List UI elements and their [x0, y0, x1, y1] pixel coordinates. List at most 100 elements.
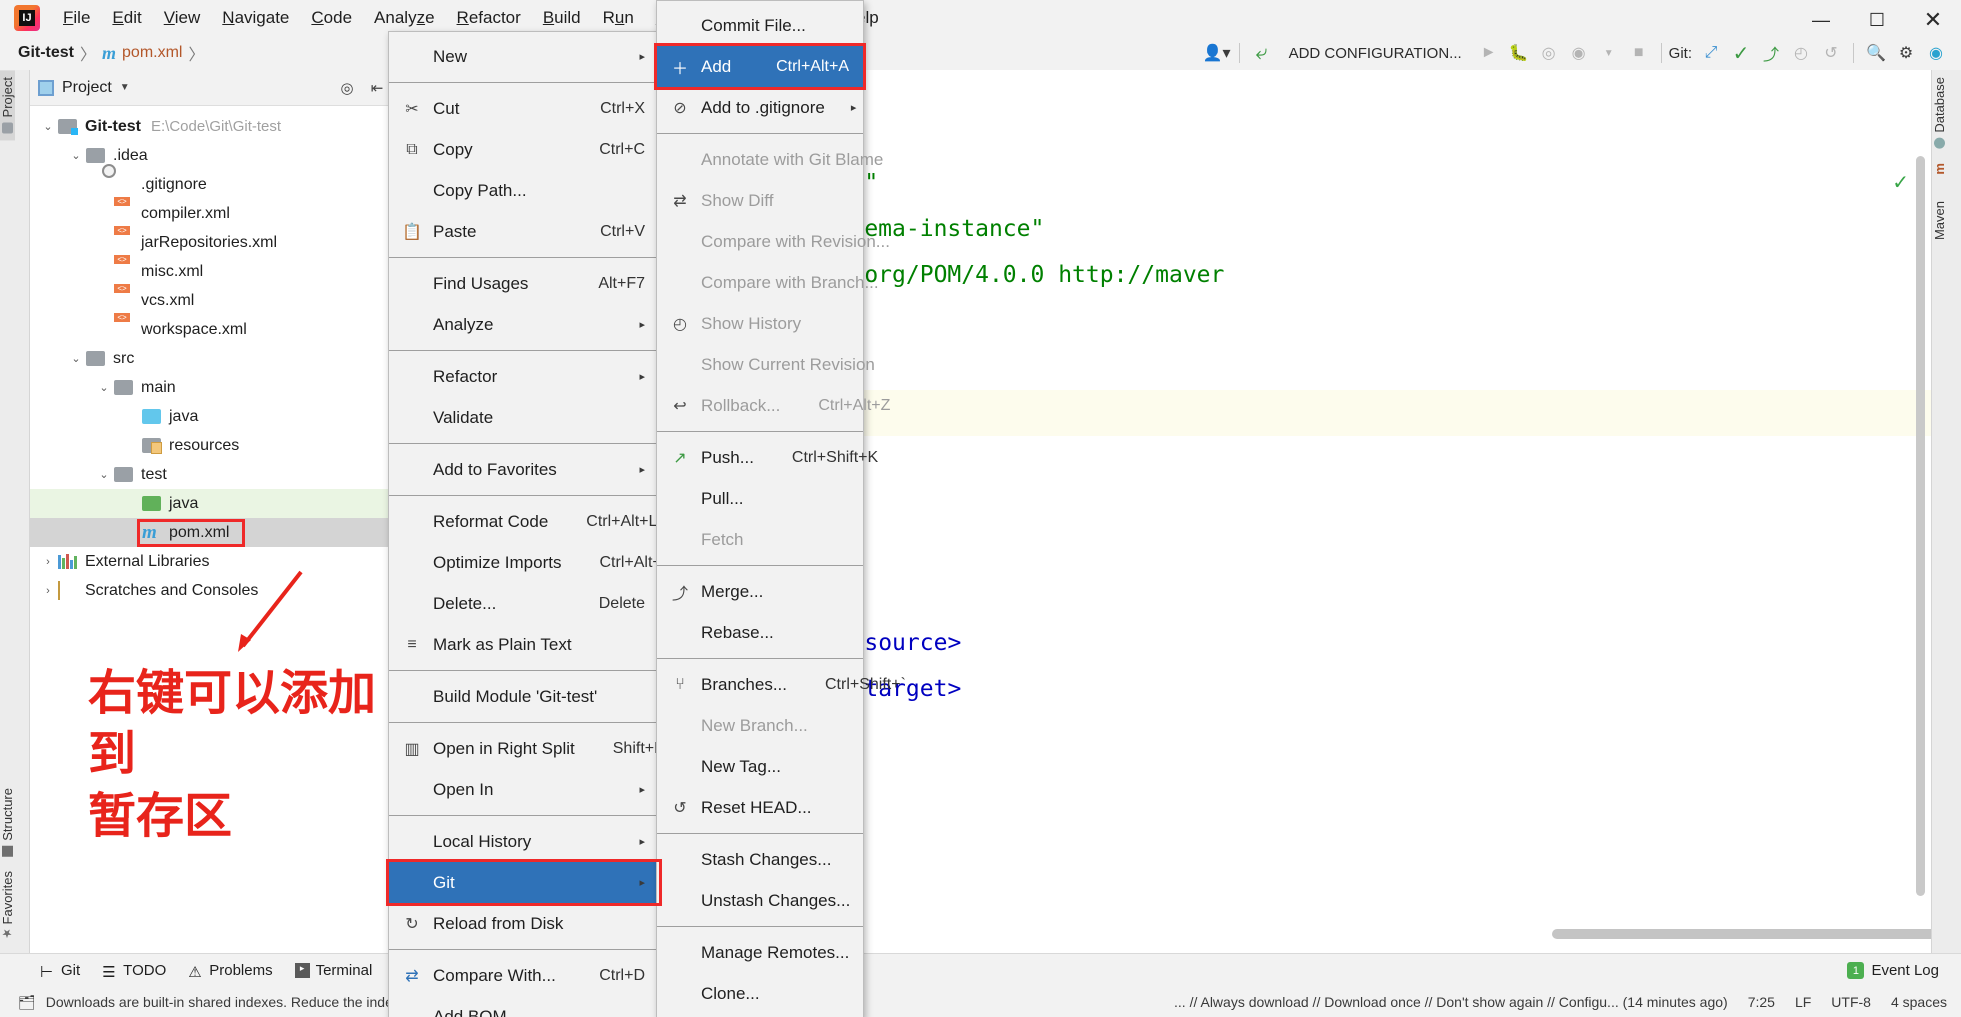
expand-chevron-icon[interactable]: ⌄: [94, 381, 114, 394]
menu-item-push[interactable]: ↗ Push... Ctrl+Shift+K: [657, 437, 878, 478]
event-log-button[interactable]: 1 Event Log: [1847, 962, 1939, 979]
menu-item-manage-remotes[interactable]: Manage Remotes...: [657, 932, 863, 973]
menu-view[interactable]: View: [153, 4, 212, 32]
menu-item-open-in[interactable]: Open In ▸: [389, 769, 659, 810]
status-indent[interactable]: 4 spaces: [1891, 994, 1947, 1010]
menu-item-branches[interactable]: ⑂ Branches... Ctrl+Shift+`: [657, 664, 906, 705]
stop-icon[interactable]: ■: [1624, 38, 1654, 68]
menu-item-add-bom[interactable]: Add BOM: [389, 996, 659, 1017]
menu-item-rebase[interactable]: Rebase...: [657, 612, 863, 653]
search-icon[interactable]: 🔍: [1861, 38, 1891, 68]
breadcrumb-project[interactable]: Git-test: [18, 44, 74, 62]
run-icon[interactable]: ►: [1474, 38, 1504, 68]
sidebar-item-structure[interactable]: Structure: [0, 781, 15, 864]
menu-build[interactable]: Build: [532, 4, 592, 32]
menu-item-open-in-right-split[interactable]: ▥ Open in Right Split Shift+Enter: [389, 728, 692, 769]
expand-chevron-icon[interactable]: ›: [38, 556, 58, 568]
menu-item-copy[interactable]: ⧉ Copy Ctrl+C: [389, 129, 659, 170]
user-dropdown-icon[interactable]: 👤▾: [1202, 38, 1232, 68]
expand-all-icon[interactable]: ⇤: [367, 78, 387, 98]
sidebar-item-project[interactable]: Project: [0, 70, 15, 141]
menu-item-commit-file[interactable]: Commit File...: [657, 5, 863, 46]
ai-assistant-icon[interactable]: ◉: [1921, 38, 1951, 68]
menu-file[interactable]: File: [52, 4, 101, 32]
window-controls[interactable]: — ☐ ✕: [1793, 0, 1961, 40]
menu-item-refactor[interactable]: Refactor ▸: [389, 356, 659, 397]
close-button[interactable]: ✕: [1905, 0, 1961, 40]
sidebar-item-maven-m[interactable]: m: [1932, 156, 1947, 195]
git-push-icon[interactable]: ⤴: [1756, 38, 1786, 68]
breadcrumb-file[interactable]: pom.xml: [122, 44, 182, 62]
status-encoding[interactable]: UTF-8: [1831, 994, 1871, 1010]
expand-chevron-icon[interactable]: ⌄: [38, 120, 58, 133]
menu-refactor[interactable]: Refactor: [446, 4, 532, 32]
status-links[interactable]: ... // Always download // Download once …: [1174, 994, 1728, 1010]
file-context-menu[interactable]: New ▸ ✂ Cut Ctrl+X ⧉ Copy Ctrl+C Copy Path... 📋 Pa…: [388, 31, 692, 1017]
expand-chevron-icon[interactable]: ⌄: [94, 468, 114, 481]
menu-item-cut[interactable]: ✂ Cut Ctrl+X: [389, 88, 659, 129]
run-with-coverage-icon[interactable]: ◎: [1534, 38, 1564, 68]
menu-item-stash-changes[interactable]: Stash Changes...: [657, 839, 863, 880]
expand-chevron-icon[interactable]: ›: [38, 585, 58, 597]
menu-item-git[interactable]: Git ▸: [389, 862, 659, 903]
menu-item-copy-path[interactable]: Copy Path...: [389, 170, 659, 211]
sidebar-item-favorites[interactable]: ★ Favorites: [0, 864, 15, 947]
menu-item-paste[interactable]: 📋 Paste Ctrl+V: [389, 211, 659, 252]
minimize-button[interactable]: —: [1793, 0, 1849, 40]
run-configuration-selector[interactable]: ADD CONFIGURATION...: [1277, 45, 1474, 62]
profiler-dropdown-icon[interactable]: ▼: [1594, 38, 1624, 68]
bottom-item-terminal[interactable]: ▸ Terminal: [294, 962, 372, 979]
menu-item-add[interactable]: ＋ Add Ctrl+Alt+A: [657, 46, 863, 87]
sidebar-item-database[interactable]: Database: [1932, 70, 1947, 156]
menu-item-reset-head[interactable]: ↺ Reset HEAD...: [657, 787, 863, 828]
menu-item-validate[interactable]: Validate: [389, 397, 659, 438]
profiler-icon[interactable]: ◉: [1564, 38, 1594, 68]
maximize-button[interactable]: ☐: [1849, 0, 1905, 40]
menu-item-new-tag[interactable]: New Tag...: [657, 746, 863, 787]
menu-item-local-history[interactable]: Local History ▸: [389, 821, 659, 862]
bottom-item-problems[interactable]: ⚠ Problems: [188, 962, 272, 981]
status-line-separator[interactable]: LF: [1795, 994, 1811, 1010]
menu-item-new[interactable]: New ▸: [389, 36, 659, 77]
menu-analyze[interactable]: Analyze: [363, 4, 446, 32]
undo-arrow-icon[interactable]: ⤶: [1247, 38, 1277, 68]
bottom-item-git[interactable]: ⊢ Git: [40, 962, 80, 981]
editor-horizontal-scrollbar[interactable]: [1552, 929, 1931, 939]
menu-item-merge[interactable]: ⤴ Merge...: [657, 571, 863, 612]
editor-vertical-scrollbar[interactable]: [1916, 156, 1925, 896]
settings-icon[interactable]: ⚙: [1891, 38, 1921, 68]
menu-item-compare-with[interactable]: ⇄ Compare With... Ctrl+D: [389, 955, 659, 996]
run-toolbar[interactable]: 👤▾ ⤶ ADD CONFIGURATION... ► 🐛 ◎ ◉ ▼ ■ Gi…: [1202, 36, 1961, 70]
menu-item-add-to-favorites[interactable]: Add to Favorites ▸: [389, 449, 659, 490]
menu-item-find-usages[interactable]: Find Usages Alt+F7: [389, 263, 659, 304]
sidebar-item-maven[interactable]: Maven: [1932, 194, 1947, 247]
menu-item-add-to-gitignore[interactable]: ⊘ Add to .gitignore ▸: [657, 87, 863, 128]
menu-item-reformat-code[interactable]: Reformat Code Ctrl+Alt+L: [389, 501, 659, 542]
menu-item-build-module-git-test[interactable]: Build Module 'Git-test': [389, 676, 659, 717]
chevron-down-icon[interactable]: ▼: [120, 82, 130, 93]
menu-navigate[interactable]: Navigate: [211, 4, 300, 32]
menu-item-reload-from-disk[interactable]: ↻ Reload from Disk: [389, 903, 659, 944]
menu-item-unstash-changes[interactable]: Unstash Changes...: [657, 880, 863, 921]
menu-run[interactable]: Run: [592, 4, 645, 32]
menu-item-optimize-imports[interactable]: Optimize Imports Ctrl+Alt+O: [389, 542, 674, 583]
menu-item-analyze[interactable]: Analyze ▸: [389, 304, 659, 345]
expand-chevron-icon[interactable]: ⌄: [66, 352, 86, 365]
git-submenu[interactable]: Commit File... ＋ Add Ctrl+Alt+A ⊘ Add to .git…: [656, 0, 906, 1017]
menu-item-delete[interactable]: Delete... Delete: [389, 583, 659, 624]
git-history-icon[interactable]: ◴: [1786, 38, 1816, 68]
bottom-item-todo[interactable]: ☰ TODO: [102, 962, 166, 981]
git-update-icon[interactable]: ⤢: [1696, 38, 1726, 68]
git-rollback-icon[interactable]: ↺: [1816, 38, 1846, 68]
status-caret-position[interactable]: 7:25: [1748, 994, 1775, 1010]
git-commit-icon[interactable]: ✓: [1726, 38, 1756, 68]
menu-code[interactable]: Code: [300, 4, 363, 32]
menu-item-pull[interactable]: Pull...: [657, 478, 863, 519]
debug-icon[interactable]: 🐛: [1504, 38, 1534, 68]
menu-item-clone[interactable]: Clone...: [657, 973, 863, 1014]
bottom-tool-window-bar[interactable]: ⊢ Git ☰ TODO ⚠ Problems ▸ Terminal ◉ Pro…: [0, 953, 1961, 987]
locate-icon[interactable]: ◎: [337, 78, 357, 98]
menu-edit[interactable]: Edit: [101, 4, 152, 32]
menu-item-mark-as-plain-text[interactable]: ≡ Mark as Plain Text: [389, 624, 659, 665]
expand-chevron-icon[interactable]: ⌄: [66, 149, 86, 162]
